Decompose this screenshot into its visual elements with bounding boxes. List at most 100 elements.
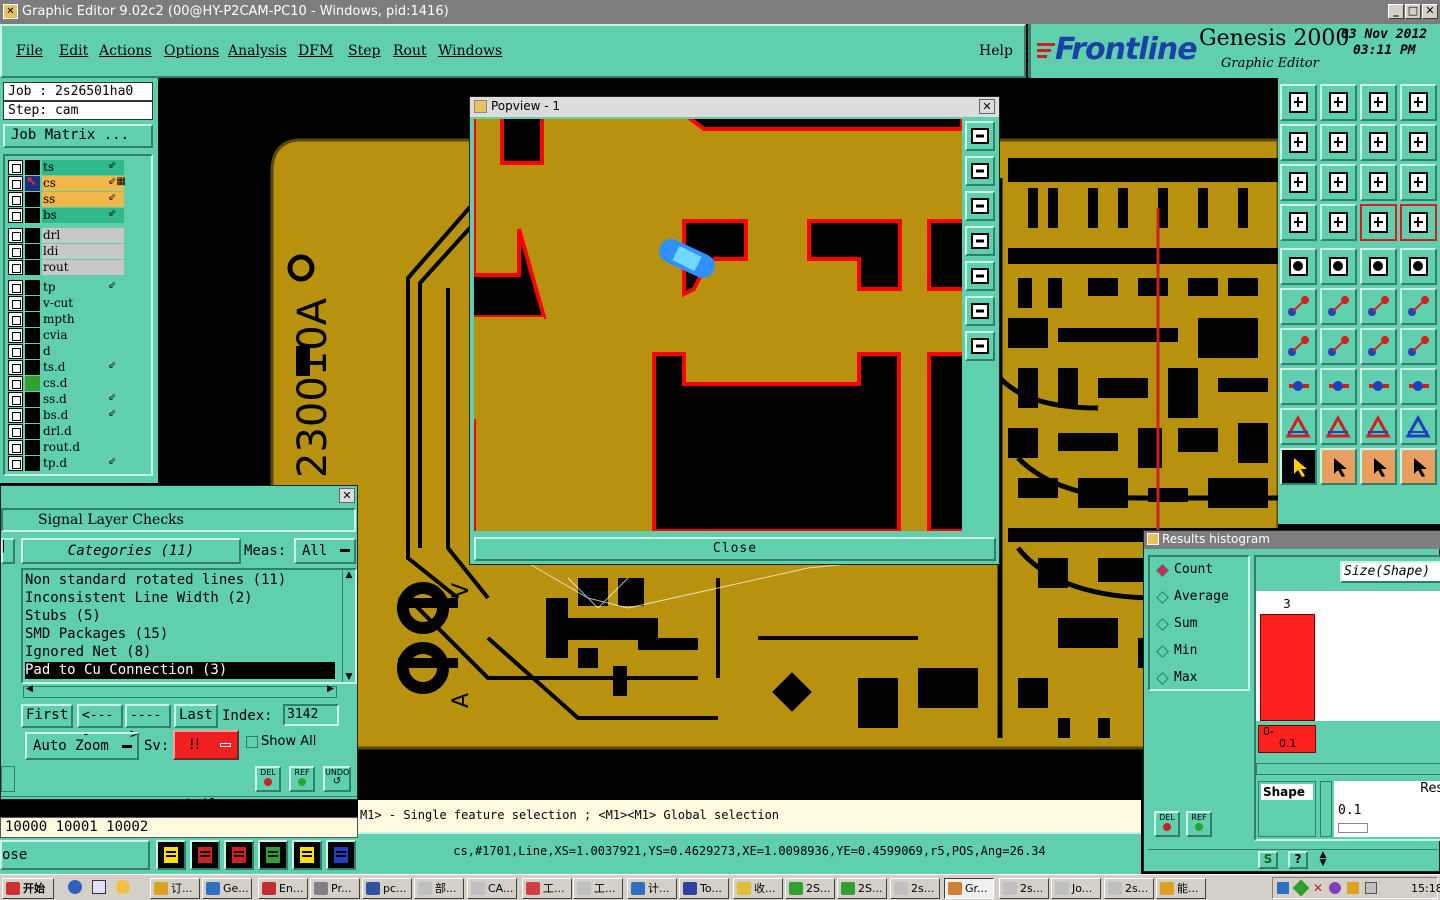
menu-edit[interactable]: Edit — [59, 43, 88, 59]
minus-tool[interactable] — [1320, 368, 1357, 405]
shape-scrollbar[interactable] — [1320, 781, 1332, 837]
layer-checkbox[interactable] — [8, 360, 23, 375]
dot-tool[interactable] — [1280, 368, 1317, 405]
taskbar-item[interactable]: pc... — [362, 878, 412, 899]
layer-checkbox[interactable] — [8, 376, 23, 391]
histogram-hscrollbar[interactable] — [1256, 763, 1440, 775]
histogram-option-max[interactable]: Max — [1154, 669, 1248, 689]
job-matrix-button[interactable]: Job Matrix ... — [3, 124, 153, 148]
checks-hscrollbar[interactable]: ◀ ▶ — [23, 684, 337, 698]
taskbar-item[interactable]: CA... — [467, 878, 517, 899]
layer-row-bs.d[interactable]: bs.d ⇙ — [8, 408, 124, 424]
layer-checkbox[interactable] — [8, 392, 23, 407]
triangle-up-tool[interactable] — [1320, 408, 1357, 445]
s-button[interactable]: S — [1258, 851, 1278, 869]
grid-tool[interactable] — [1320, 204, 1357, 241]
taskbar-item[interactable]: 工... — [573, 878, 623, 899]
taskbar-item[interactable]: Jo... — [1051, 878, 1101, 899]
slash-tool[interactable] — [1320, 328, 1357, 365]
zoom-home-button[interactable] — [965, 296, 995, 326]
layer-row-ts[interactable]: ts ⇙ — [8, 160, 124, 176]
menu-windows[interactable]: Windows — [438, 43, 502, 59]
prev-button[interactable]: <---- — [77, 704, 123, 742]
hist-del-button[interactable]: DEL — [1154, 811, 1180, 837]
tray-volume-icon[interactable] — [1347, 882, 1359, 894]
menu-rout[interactable]: Rout — [393, 43, 427, 59]
pointer-tool[interactable] — [1280, 448, 1317, 485]
auto-zoom-select[interactable]: Auto Zoom — [25, 732, 139, 760]
line-tool[interactable] — [1320, 248, 1357, 285]
triangle-tool[interactable] — [1280, 408, 1317, 445]
stop-button[interactable] — [190, 840, 220, 870]
layer-mark[interactable] — [25, 376, 40, 391]
angle-tool[interactable] — [1280, 328, 1317, 365]
question-button[interactable]: ? — [1288, 851, 1308, 869]
menu-actions[interactable]: Actions — [99, 43, 152, 59]
show-all-checkbox[interactable] — [246, 736, 258, 748]
help-tool[interactable] — [1400, 164, 1437, 201]
layer-mark[interactable] — [25, 160, 40, 175]
layer-checkbox[interactable] — [8, 160, 23, 175]
menu-analysis[interactable]: Analysis — [228, 43, 287, 59]
upload-tool[interactable] — [1280, 84, 1317, 121]
histogram-option-average[interactable]: Average — [1154, 588, 1248, 608]
snap-alt-tool[interactable] — [1400, 204, 1437, 241]
menu-dfm[interactable]: DFM — [298, 43, 333, 59]
refresh-button[interactable] — [258, 840, 288, 870]
snap-tool[interactable] — [1360, 204, 1397, 241]
hand-tool[interactable] — [1280, 204, 1317, 241]
layer-mark[interactable] — [25, 408, 40, 423]
layer-mark[interactable] — [25, 296, 40, 311]
layer-row-ss.d[interactable]: ss.d ⇙ — [8, 392, 124, 408]
left-arrow-icon[interactable]: ▏ — [1, 538, 15, 564]
layer-checkbox[interactable] — [8, 296, 23, 311]
select-multi-tool[interactable] — [1400, 448, 1437, 485]
s-tool[interactable] — [1400, 124, 1437, 161]
tray-x-icon[interactable]: ✕ — [1313, 881, 1323, 895]
check-item[interactable]: SMD Packages (15) — [25, 626, 335, 643]
redo-tool[interactable] — [1320, 124, 1357, 161]
layer-row-tp.d[interactable]: tp.d ⇙ — [8, 456, 124, 472]
tray-app-icon[interactable] — [1292, 879, 1310, 897]
window-tool[interactable] — [1400, 84, 1437, 121]
check-item[interactable]: Pad to Cu Connection (3) — [25, 662, 335, 679]
select-tool[interactable] — [1320, 448, 1357, 485]
taskbar-item[interactable]: Ge... — [202, 878, 252, 899]
triangle-blue-tool[interactable] — [1400, 408, 1437, 445]
layer-mark[interactable] — [25, 424, 40, 439]
categories-button[interactable]: Categories (11) — [21, 538, 241, 564]
taskbar-item[interactable]: 订... — [150, 878, 200, 899]
del-button[interactable]: DEL — [255, 766, 281, 792]
pin-alt-tool[interactable] — [1400, 288, 1437, 325]
layer-mark[interactable] — [25, 244, 40, 259]
taskbar-item[interactable]: 工... — [522, 878, 572, 899]
layer-row-cvia[interactable]: cvia — [8, 328, 124, 344]
layer-checkbox[interactable] — [8, 312, 23, 327]
layer-checkbox[interactable] — [8, 192, 23, 207]
spin-icon[interactable]: ▲ ▼ — [1316, 851, 1330, 869]
popview-close-button[interactable]: Close — [474, 537, 996, 561]
zoom-fit-button[interactable] — [965, 121, 995, 151]
cross-tool[interactable] — [1320, 288, 1357, 325]
ruler-tool[interactable] — [1360, 248, 1397, 285]
pan-left-button[interactable] — [965, 226, 995, 256]
menu-file[interactable]: File — [16, 43, 43, 59]
taskbar-item[interactable]: 2s... — [999, 878, 1049, 899]
layer-row-rout[interactable]: rout — [8, 260, 124, 276]
undo-button[interactable]: UNDO ↺ — [323, 766, 351, 792]
layer-row-ldi[interactable]: ldi — [8, 244, 124, 260]
check-item[interactable]: Stubs (5) — [25, 608, 335, 625]
check-item[interactable]: Non standard rotated lines (11) — [25, 572, 335, 589]
res-slider[interactable] — [1338, 823, 1368, 833]
layer-mark[interactable] — [25, 192, 40, 207]
zoom-in-button[interactable] — [965, 156, 995, 186]
layer-checkbox[interactable] — [8, 344, 23, 359]
last-button[interactable]: Last — [174, 704, 218, 728]
layer-row-ts.d[interactable]: ts.d ⇙ — [8, 360, 124, 376]
zoom-out-button[interactable] — [965, 191, 995, 221]
layer-mark[interactable] — [25, 440, 40, 455]
menu-options[interactable]: Options — [164, 43, 219, 59]
taskbar-item[interactable]: 部... — [414, 878, 464, 899]
popview-zoom-drawing[interactable] — [474, 119, 962, 531]
ref-button[interactable]: REF — [289, 766, 315, 792]
